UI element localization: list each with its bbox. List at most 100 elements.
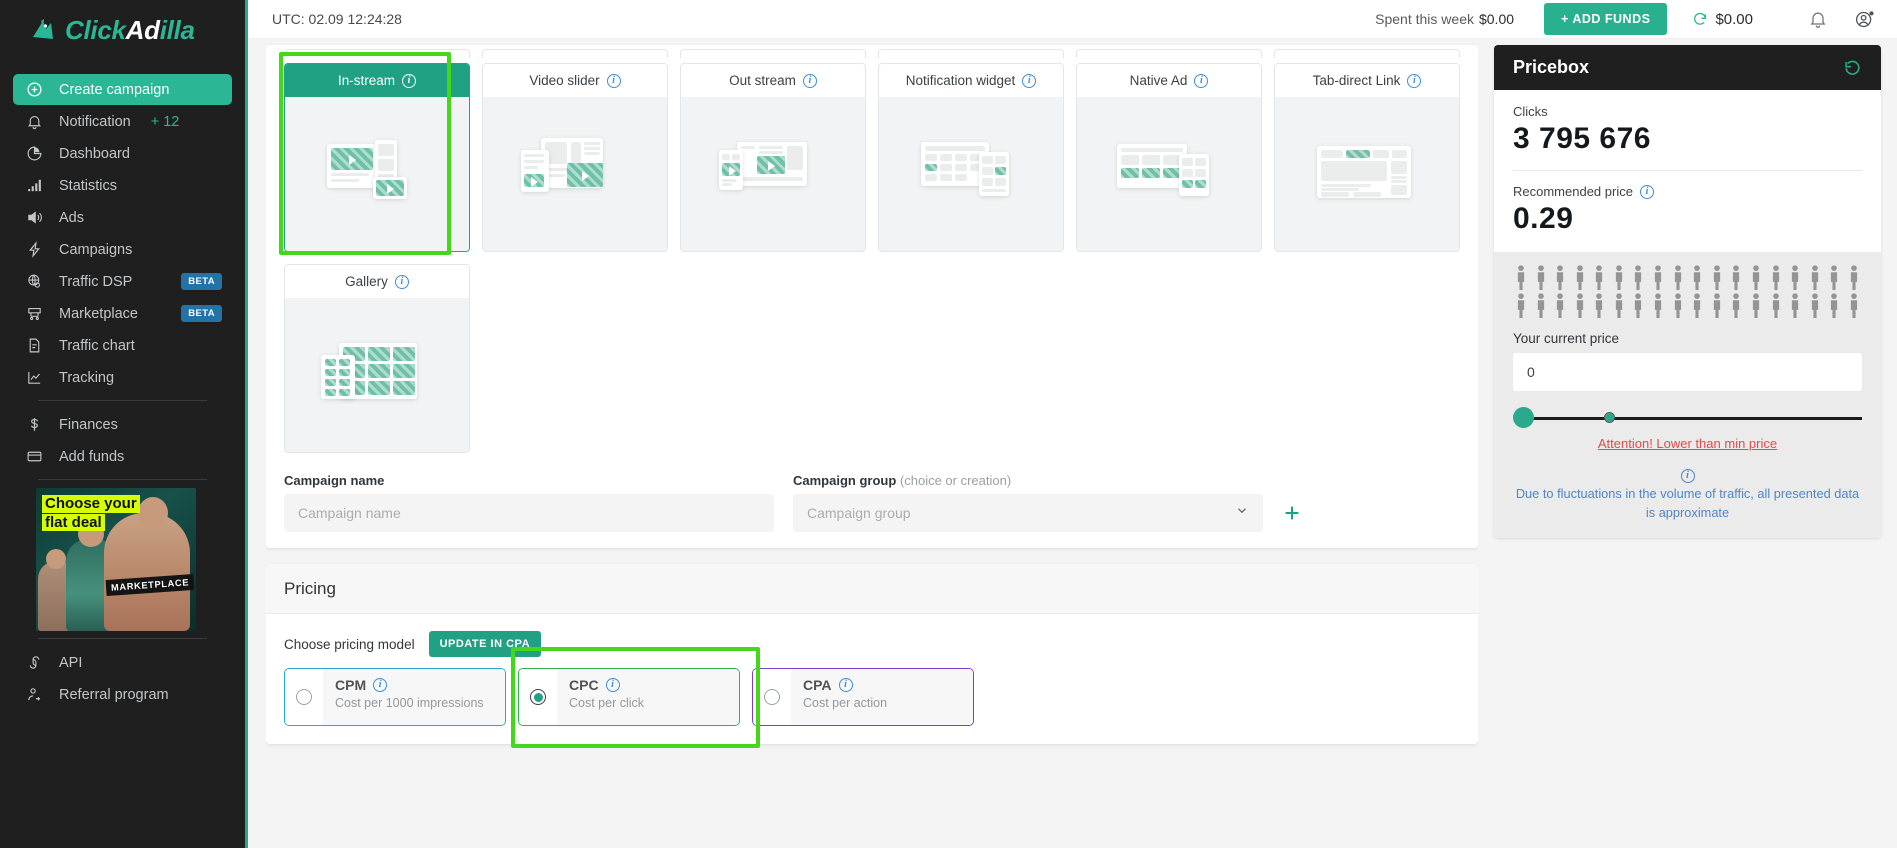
cpa-radio-wrap[interactable] [753,669,791,725]
people-row [1513,293,1862,318]
info-icon[interactable]: i [1022,74,1036,88]
sidebar-label: Finances [59,417,118,433]
sidebar-item-traffic-chart[interactable]: Traffic chart [13,330,232,361]
ad-format-card-in-stream[interactable]: In-stream i [284,63,470,252]
campaign-group-label: Campaign group (choice or creation) [793,473,1263,488]
sidebar-item-marketplace[interactable]: Marketplace BETA [13,298,232,329]
info-icon[interactable]: i [1640,185,1654,199]
info-icon[interactable]: i [402,74,416,88]
cpc-radio-wrap[interactable] [519,669,557,725]
pricing-option-cpm[interactable]: CPM i Cost per 1000 impressions [284,668,506,726]
radio-button-selected[interactable] [530,689,546,705]
slider-track[interactable] [1516,417,1862,420]
slider-recommended-marker[interactable] [1604,412,1615,423]
app-root: ClickAdilla Create campaign Notification… [0,0,1897,848]
partial-card[interactable] [1076,49,1262,58]
right-column: Pricebox Clicks 3 795 676 Recommended pr… [1494,39,1881,848]
ad-format-card-tab-direct-link[interactable]: Tab-direct Link i [1274,63,1460,252]
info-icon[interactable]: i [1194,74,1208,88]
sidebar-item-referral-program[interactable]: Referral program [13,679,232,710]
bell-icon [25,112,44,131]
sidebar-item-finances[interactable]: Finances [13,409,232,440]
plus-circle-icon [25,80,44,99]
partial-card[interactable] [482,49,668,58]
sidebar-item-tracking[interactable]: Tracking [13,362,232,393]
balance-display[interactable]: $0.00 [1692,11,1753,28]
person-icon [1630,265,1646,290]
people-row [1513,265,1862,290]
ad-format-grid-row-2: Gallery i [284,264,1460,453]
card-illustration [879,97,1063,251]
beta-badge: BETA [181,273,222,290]
person-icon [1670,293,1686,318]
person-icon [1572,293,1588,318]
pricebox-refresh-button[interactable] [1843,58,1862,77]
card-label: Tab-direct Link [1313,73,1401,88]
cpa-info: CPA i Cost per action [791,669,973,725]
person-icon [1709,265,1725,290]
min-price-warning[interactable]: Attention! Lower than min price [1513,436,1862,451]
cpm-name-row: CPM i [335,677,505,693]
logo[interactable]: ClickAdilla [0,0,245,60]
line-chart-icon [25,368,44,387]
sidebar-item-add-funds[interactable]: Add funds [13,441,232,472]
clicks-value: 3 795 676 [1513,122,1862,156]
info-icon[interactable]: i [373,678,387,692]
partial-card[interactable] [878,49,1064,58]
partial-card[interactable] [1274,49,1460,58]
sidebar-item-traffic-dsp[interactable]: Traffic DSP BETA [13,266,232,297]
ad-format-card-video-slider[interactable]: Video slider i [482,63,668,252]
person-icon [1689,293,1705,318]
sidebar-label: Marketplace [59,306,138,322]
partial-card[interactable] [680,49,866,58]
notifications-button[interactable] [1808,9,1828,29]
info-icon[interactable]: i [607,74,621,88]
card-illustration [285,97,469,251]
campaign-name-input[interactable] [284,494,774,532]
info-icon[interactable]: i [395,275,409,289]
cpm-radio-wrap[interactable] [285,669,323,725]
pricing-option-cpa[interactable]: CPA i Cost per action [752,668,974,726]
sidebar-item-create-campaign[interactable]: Create campaign [13,74,232,105]
ad-format-card-notification-widget[interactable]: Notification widget i [878,63,1064,252]
info-icon[interactable]: i [803,74,817,88]
person-share-icon [25,685,44,704]
card-illustration [1077,97,1261,251]
info-icon[interactable]: i [1407,74,1421,88]
account-button[interactable] [1854,9,1875,30]
info-icon[interactable]: i [606,678,620,692]
sidebar-item-api[interactable]: API [13,647,232,678]
pricing-option-cpc[interactable]: CPC i Cost per click [518,668,740,726]
ad-format-card-gallery[interactable]: Gallery i [284,264,470,453]
price-slider[interactable] [1513,402,1862,434]
ad-format-card-out-stream[interactable]: Out stream i [680,63,866,252]
sidebar-item-campaigns[interactable]: Campaigns [13,234,232,265]
add-campaign-group-button[interactable] [1275,494,1309,532]
balance-value: $0.00 [1715,11,1753,28]
current-price-input[interactable] [1513,353,1862,391]
person-icon [1552,265,1568,290]
sidebar-item-dashboard[interactable]: Dashboard [13,138,232,169]
campaign-name-field: Campaign name [284,473,774,532]
campaign-group-select[interactable] [793,494,1263,532]
promo-banner[interactable]: Choose your flat deal MARKETPLACE [36,488,196,631]
card-label: In-stream [338,73,395,88]
sidebar-label: Dashboard [59,146,130,162]
cart-icon [25,304,44,323]
sidebar-item-ads[interactable]: Ads [13,202,232,233]
sidebar: ClickAdilla Create campaign Notification… [0,0,248,848]
sidebar-label: Referral program [59,687,169,703]
spent-this-week: Spent this week$0.00 [1375,11,1514,27]
sidebar-item-statistics[interactable]: Statistics [13,170,232,201]
radio-button[interactable] [296,689,312,705]
update-in-cpa-button[interactable]: UPDATE IN CPA [429,631,541,657]
cpa-name-row: CPA i [803,677,973,693]
sidebar-item-notification[interactable]: Notification + 12 [13,106,232,137]
ad-format-card-native-ad[interactable]: Native Ad i [1076,63,1262,252]
partial-card[interactable] [284,49,470,58]
pricing-model-options: CPM i Cost per 1000 impressions [284,668,1460,726]
radio-button[interactable] [764,689,780,705]
info-icon[interactable]: i [839,678,853,692]
add-funds-button[interactable]: + ADD FUNDS [1544,3,1667,35]
slider-handle[interactable] [1513,407,1534,428]
